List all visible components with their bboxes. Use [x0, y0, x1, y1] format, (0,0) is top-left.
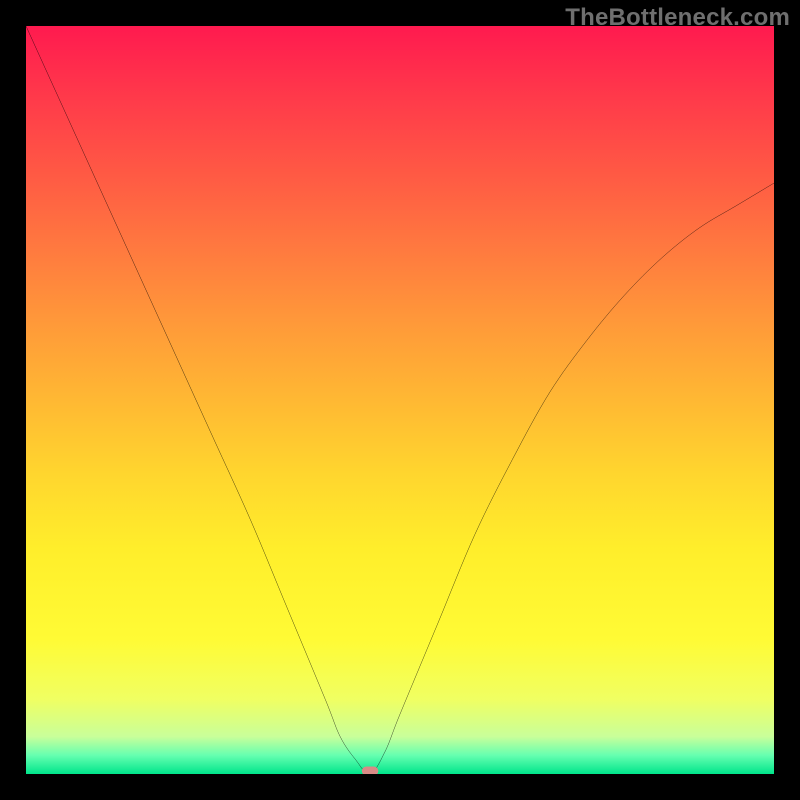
chart-svg — [26, 26, 774, 774]
optimal-marker — [362, 767, 378, 774]
chart-frame: TheBottleneck.com — [0, 0, 800, 800]
chart-plot-area — [26, 26, 774, 774]
bottleneck-curve — [26, 26, 774, 774]
